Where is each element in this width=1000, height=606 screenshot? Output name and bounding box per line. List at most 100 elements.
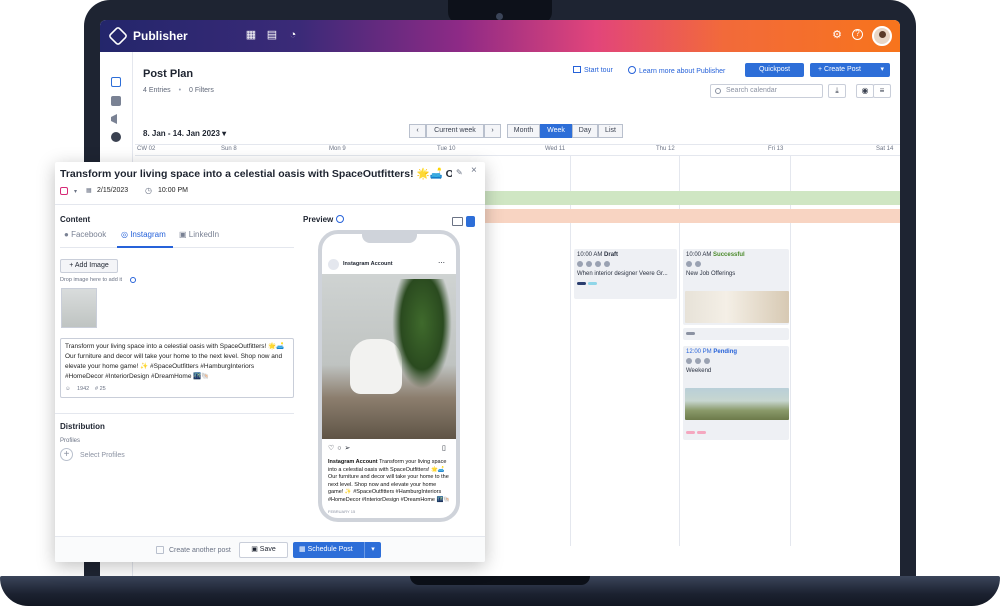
quickpost-button[interactable]: Quickpost	[745, 63, 804, 77]
instagram-icon	[595, 261, 601, 267]
dashboard-icon[interactable]: ◔	[287, 29, 299, 41]
view-list[interactable]: List	[598, 124, 623, 138]
tab-facebook-label: Facebook	[71, 230, 107, 239]
image-thumbnail[interactable]	[61, 288, 97, 328]
event-band-green[interactable]	[480, 191, 900, 205]
filter-icon[interactable]: ≡	[873, 84, 891, 98]
divider	[55, 413, 294, 414]
day-header: Sun 8	[221, 146, 237, 152]
edit-icon[interactable]: ✎	[456, 168, 463, 177]
ig-avatar	[328, 259, 339, 270]
phone-preview: Instagram Account ⋯ ♡○➢ ▯ Instagram Acco…	[318, 230, 460, 522]
tab-linkedin[interactable]: ▣ LinkedIn	[179, 230, 219, 239]
post-title: Transform your living space into a celes…	[60, 168, 452, 180]
editor-footer: Create another post ▣ Save ▦ Schedule Po…	[55, 536, 485, 562]
search-icon	[715, 88, 721, 94]
tab-linkedin-label: LinkedIn	[188, 230, 220, 239]
view-month[interactable]: Month	[507, 124, 540, 138]
calendar-post-card[interactable]: 12:00 PM Pending Weekend	[683, 346, 789, 440]
mobile-preview-icon[interactable]	[466, 216, 475, 227]
start-tour-label: Start tour	[584, 67, 613, 74]
search-calendar-input[interactable]: Search calendar	[710, 84, 823, 98]
avatar[interactable]	[872, 26, 892, 46]
sidebar-calendar-icon[interactable]	[111, 77, 121, 87]
drop-hint: Drop image here to add it	[60, 277, 123, 283]
chevron-down-icon[interactable]: ▾	[74, 188, 77, 195]
distribution-label: Distribution	[60, 422, 105, 431]
day-header: Thu 12	[656, 146, 675, 152]
date-range-label: 8. Jan - 14. Jan 2023	[143, 129, 220, 138]
tour-icon	[573, 66, 581, 73]
emoji-icon[interactable]: ☺	[65, 386, 71, 392]
card-footer	[683, 328, 789, 340]
globe-icon	[604, 261, 610, 267]
learn-more-link[interactable]: Learn more about Publisher	[628, 66, 725, 75]
phone-notch	[362, 234, 417, 243]
card-text: Weekend	[686, 368, 712, 374]
eye-icon[interactable]: ◉	[856, 84, 874, 98]
view-day[interactable]: Day	[572, 124, 598, 138]
chevron-down-icon[interactable]: ▾	[364, 542, 381, 558]
date-range[interactable]: 8. Jan - 14. Jan 2023 ▾	[143, 129, 226, 138]
add-image-button[interactable]: + Add Image	[60, 259, 118, 273]
calendar-post-card[interactable]: 10:00 AM Draft When interior designer Ve…	[574, 249, 677, 299]
day-header: Tue 10	[437, 146, 456, 152]
clock-icon: ◷	[145, 186, 152, 195]
filters-count: 0 Filters	[188, 87, 214, 94]
tab-facebook[interactable]: ● Facebook	[64, 230, 106, 239]
create-post-button[interactable]: + Create Post ▾	[810, 63, 890, 77]
card-time: 12:00 PM	[686, 349, 712, 355]
chevron-down-icon: ▾	[222, 129, 227, 138]
instagram-icon	[695, 358, 701, 364]
tab-instagram[interactable]: ◎ Instagram	[121, 230, 166, 239]
event-band-orange[interactable]	[480, 209, 900, 223]
check-circle-icon[interactable]	[111, 132, 121, 142]
page: Publisher ▦ ▤ ◔ ⚙ ? Post Plan 4 Entries …	[0, 0, 1000, 606]
desktop-preview-icon[interactable]	[452, 217, 463, 226]
megaphone-icon[interactable]	[111, 114, 117, 124]
info-icon	[628, 66, 636, 74]
week-label: CW 02	[137, 146, 156, 152]
camera-dot	[496, 13, 503, 20]
page-title: Post Plan	[143, 68, 194, 80]
create-another-label: Create another post	[169, 547, 231, 554]
tab-instagram-label: Instagram	[130, 230, 166, 239]
tag-pill	[686, 332, 695, 335]
char-count: 1942	[77, 386, 90, 392]
current-week-button[interactable]: Current week	[426, 124, 484, 138]
tabs-divider	[60, 247, 294, 248]
linkedin-icon	[704, 358, 710, 364]
start-tour-link[interactable]: Start tour	[573, 66, 613, 74]
next-week-button[interactable]: ›	[484, 124, 501, 138]
create-another-checkbox[interactable]	[156, 546, 164, 554]
save-label: Save	[259, 546, 276, 553]
gear-icon[interactable]: ⚙	[831, 29, 843, 41]
calendar-post-card[interactable]: 10:00 AM Successful New Job Offerings	[683, 249, 789, 325]
view-week[interactable]: Week	[540, 124, 572, 138]
more-icon[interactable]: ⋯	[438, 259, 445, 267]
select-profiles[interactable]: Select Profiles	[80, 452, 125, 459]
ig-actions[interactable]: ♡○➢	[328, 444, 353, 452]
hashtag-count: # 25	[95, 386, 106, 392]
sidebar-posts-icon[interactable]	[111, 96, 121, 106]
close-icon[interactable]: ×	[471, 165, 477, 176]
bookmark-icon[interactable]: ▯	[442, 444, 446, 452]
card-time: 10:00 AM	[577, 252, 603, 258]
grid-icon[interactable]: ▦	[245, 29, 257, 41]
download-button[interactable]: ⤓	[828, 84, 846, 98]
day-header: Sat 14	[876, 146, 894, 152]
add-profile-icon[interactable]: +	[60, 448, 73, 461]
chevron-down-icon[interactable]: ▾	[880, 63, 884, 77]
schedule-post-button[interactable]: ▦ Schedule Post ▾	[293, 542, 381, 558]
card-status: Pending	[713, 349, 738, 355]
save-button[interactable]: ▣ Save	[239, 542, 288, 558]
calendar-icon[interactable]: ▤	[266, 29, 278, 41]
info-icon[interactable]	[130, 277, 136, 283]
post-date[interactable]: 2/15/2023	[97, 187, 128, 194]
info-icon[interactable]	[336, 215, 344, 223]
card-text: New Job Offerings	[686, 271, 736, 277]
entries-count: 4 Entries	[143, 87, 171, 94]
post-time[interactable]: 10:00 PM	[158, 187, 188, 194]
help-icon[interactable]: ?	[852, 29, 863, 40]
prev-week-button[interactable]: ‹	[409, 124, 426, 138]
